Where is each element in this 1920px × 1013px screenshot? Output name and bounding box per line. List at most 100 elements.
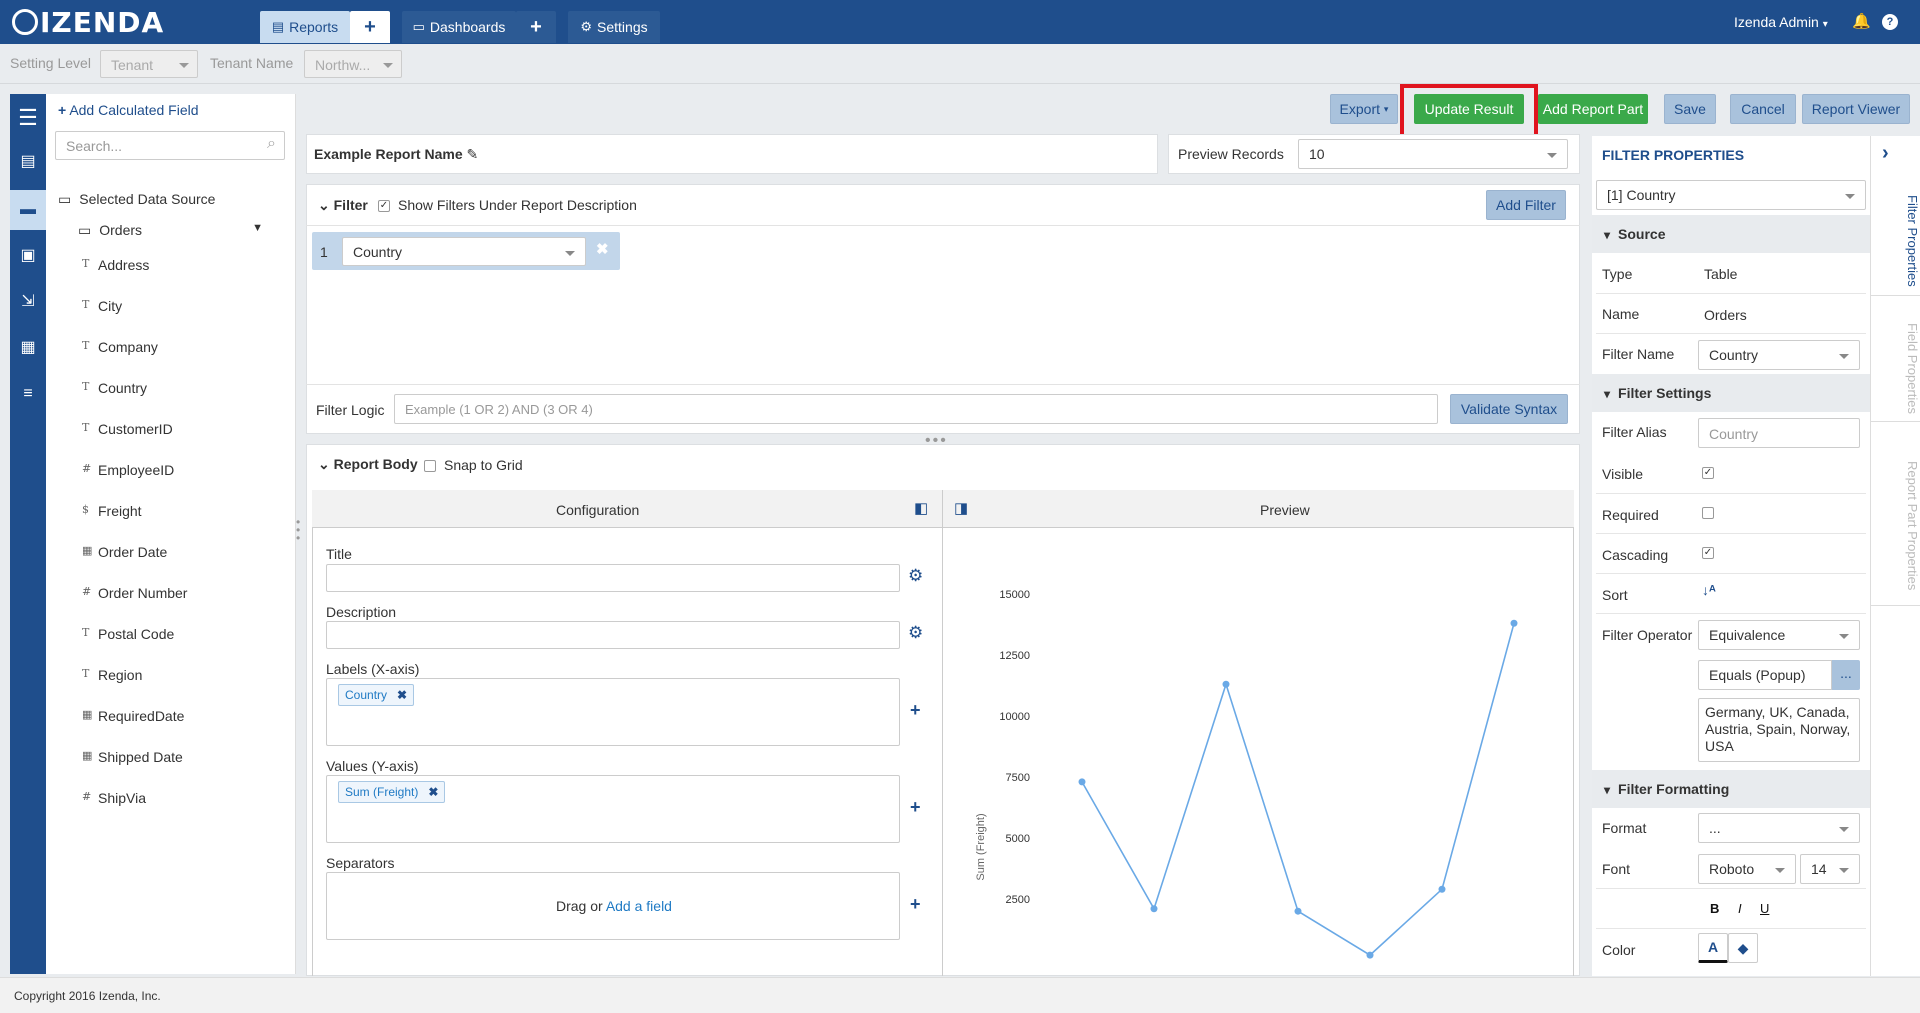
add-separator-icon[interactable]: +	[910, 894, 921, 915]
field-item[interactable]: T Address	[82, 257, 149, 273]
sum-freight-tag[interactable]: Sum (Freight) ✖	[338, 781, 446, 803]
report-body-toggle[interactable]: ⌄ Report Body	[318, 456, 418, 473]
fields-icon[interactable]: ▬	[10, 190, 46, 230]
user-menu[interactable]: Izenda Admin ▾	[1734, 14, 1828, 30]
settings-tab[interactable]: ⚙ Settings	[568, 11, 660, 43]
fill-color-icon[interactable]: ◆	[1728, 933, 1758, 963]
underline-icon[interactable]: U	[1760, 901, 1769, 916]
data-point[interactable]	[1366, 951, 1374, 959]
collapse-right-icon[interactable]: ◨	[954, 499, 968, 517]
source-section[interactable]: Source	[1592, 215, 1870, 253]
list-icon[interactable]: ≡	[10, 374, 46, 414]
title-input[interactable]	[326, 564, 900, 592]
field-item[interactable]: T Postal Code	[82, 626, 174, 642]
font-family-select[interactable]: Roboto	[1698, 854, 1796, 884]
font-size-select[interactable]: 14	[1800, 854, 1860, 884]
export-button[interactable]: Export ▾	[1330, 94, 1398, 124]
title-gear-icon[interactable]: ⚙	[908, 566, 923, 586]
orders-table-node[interactable]: ▭ Orders ▼	[78, 222, 263, 239]
remove-filter-icon[interactable]: ✖	[596, 240, 609, 258]
dashboards-tab[interactable]: ▭ Dashboards	[402, 11, 516, 43]
add-label-icon[interactable]: +	[910, 700, 921, 721]
hamburger-icon[interactable]: ☰	[10, 98, 46, 138]
bold-icon[interactable]: B	[1710, 901, 1719, 916]
report-settings-icon[interactable]: ▣	[10, 236, 46, 276]
add-report-part-button[interactable]: Add Report Part	[1538, 94, 1648, 124]
report-name[interactable]: Example Report Name ✎	[314, 146, 478, 163]
description-gear-icon[interactable]: ⚙	[908, 623, 923, 643]
filter-settings-section[interactable]: Filter Settings	[1592, 374, 1870, 412]
add-field-link[interactable]: Add a field	[606, 898, 672, 914]
report-viewer-button[interactable]: Report Viewer	[1802, 94, 1910, 124]
collapse-left-icon[interactable]: ◧	[914, 499, 928, 517]
add-filter-button[interactable]: Add Filter	[1486, 190, 1566, 220]
field-item[interactable]: T Region	[82, 667, 142, 683]
filter-field-select[interactable]: Country	[342, 237, 586, 266]
field-item[interactable]: $ Freight	[82, 503, 142, 519]
data-point[interactable]	[1078, 778, 1086, 786]
filter-values-box[interactable]: Germany, UK, Canada, Austria, Spain, Nor…	[1698, 698, 1860, 762]
filter-operator-select[interactable]: Equivalence	[1698, 620, 1860, 650]
show-filters-checkbox[interactable]: ✓	[378, 200, 390, 212]
field-item[interactable]: # EmployeeID	[82, 462, 174, 478]
country-tag[interactable]: Country ✖	[338, 684, 415, 706]
bell-icon[interactable]: 🔔	[1852, 12, 1871, 30]
cascading-checkbox[interactable]: ✓	[1702, 547, 1714, 559]
data-point[interactable]	[1438, 885, 1446, 893]
add-calculated-field-link[interactable]: + Add Calculated Field	[58, 102, 199, 118]
layers-icon[interactable]: ▤	[10, 142, 46, 182]
field-item[interactable]: ▦ Shipped Date	[82, 749, 183, 765]
side-handle-icon[interactable]: • • •	[296, 516, 304, 544]
tab-field-properties[interactable]: Field Properties	[1870, 316, 1920, 422]
field-item[interactable]: # ShipVia	[82, 790, 146, 806]
chevron-right-icon[interactable]: ›	[1882, 142, 1889, 165]
filter-logic-input[interactable]: Example (1 OR 2) AND (3 OR 4)	[394, 394, 1438, 424]
visible-checkbox[interactable]: ✓	[1702, 467, 1714, 479]
data-point[interactable]	[1510, 619, 1518, 627]
reports-tab[interactable]: ▤ Reports	[260, 11, 350, 43]
tenant-name-select[interactable]: Northw...	[304, 50, 402, 78]
setting-level-select[interactable]: Tenant	[100, 50, 198, 78]
remove-tag-icon[interactable]: ✖	[428, 785, 438, 799]
export-icon[interactable]: ⇲	[10, 282, 46, 322]
filter-name-select[interactable]: Country	[1698, 340, 1860, 370]
snap-to-grid-checkbox[interactable]	[424, 460, 436, 472]
tab-report-part-properties[interactable]: Report Part Properties	[1870, 446, 1920, 606]
new-report-button[interactable]: +	[350, 11, 390, 43]
new-dashboard-button[interactable]: +	[516, 11, 556, 43]
help-icon[interactable]: ?	[1882, 14, 1898, 30]
field-search-input[interactable]: Search... ⌕	[55, 131, 285, 160]
data-point[interactable]	[1222, 680, 1230, 688]
equals-popup-select[interactable]: Equals (Popup)	[1698, 660, 1832, 690]
field-item[interactable]: # Order Number	[82, 585, 187, 601]
description-input[interactable]	[326, 621, 900, 649]
field-item[interactable]: T Country	[82, 380, 147, 396]
save-button[interactable]: Save	[1664, 94, 1716, 124]
preview-records-select[interactable]: 10	[1298, 139, 1568, 169]
filter-selector[interactable]: [1] Country	[1596, 180, 1866, 210]
field-item[interactable]: T CustomerID	[82, 421, 173, 437]
popup-ellipsis-button[interactable]: ...	[1832, 660, 1860, 690]
data-source-node[interactable]: ▭ Selected Data Source	[58, 191, 215, 208]
cancel-button[interactable]: Cancel	[1730, 94, 1796, 124]
tab-filter-properties[interactable]: Filter Properties	[1870, 186, 1920, 296]
data-point[interactable]	[1294, 907, 1302, 915]
field-item[interactable]: T Company	[82, 339, 158, 355]
font-color-icon[interactable]: A	[1698, 933, 1728, 963]
italic-icon[interactable]: I	[1738, 901, 1742, 916]
filter-toggle[interactable]: ⌄ Filter	[318, 197, 368, 214]
remove-tag-icon[interactable]: ✖	[397, 688, 407, 702]
filter-formatting-section[interactable]: Filter Formatting	[1592, 770, 1870, 808]
format-select[interactable]: ...	[1698, 813, 1860, 843]
field-item[interactable]: ▦ Order Date	[82, 544, 167, 560]
field-item[interactable]: ▦ RequiredDate	[82, 708, 184, 724]
filter-alias-input[interactable]: Country	[1698, 418, 1860, 448]
validate-syntax-button[interactable]: Validate Syntax	[1450, 394, 1568, 424]
data-point[interactable]	[1150, 905, 1158, 913]
field-item[interactable]: T City	[82, 298, 122, 314]
labels-x-label: Labels (X-axis)	[326, 661, 420, 677]
sort-az-icon[interactable]: ↓ᴬ	[1702, 582, 1716, 598]
calendar-icon[interactable]: ▦	[10, 328, 46, 368]
required-checkbox[interactable]	[1702, 507, 1714, 519]
add-value-icon[interactable]: +	[910, 797, 921, 818]
